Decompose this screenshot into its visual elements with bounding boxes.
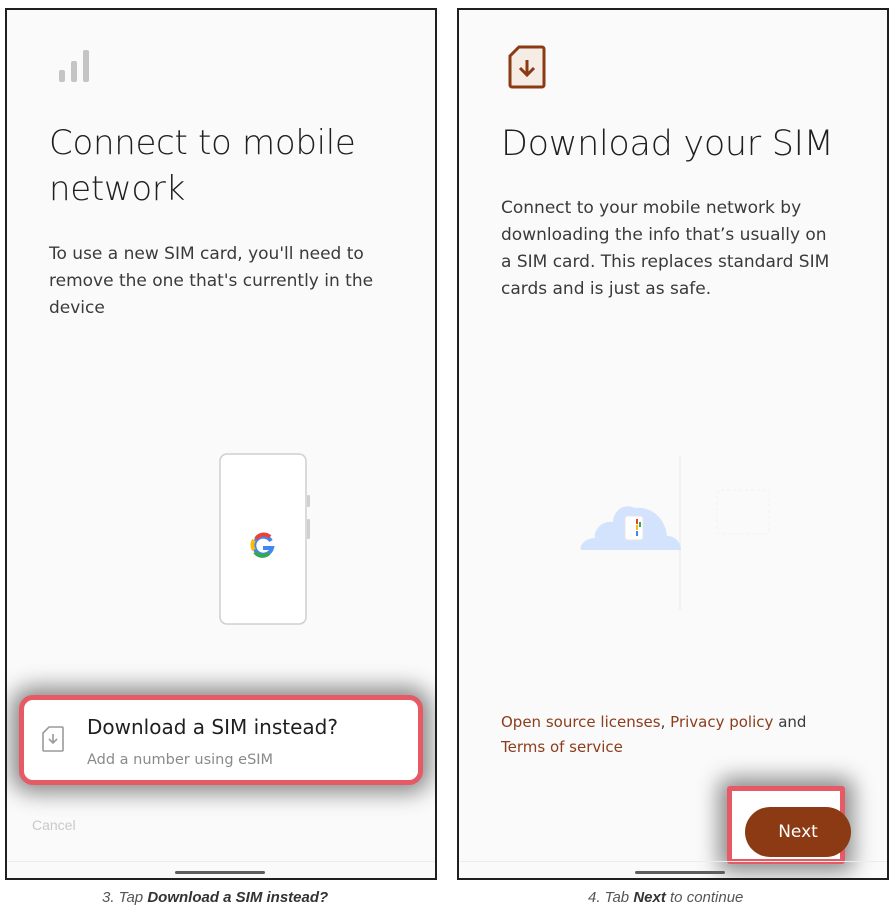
link-conjunction: and: [778, 713, 807, 731]
sim-download-icon: [508, 45, 546, 89]
next-button-highlight: Next: [727, 786, 851, 864]
next-button[interactable]: Next: [745, 807, 851, 857]
nav-divider: [7, 861, 435, 862]
privacy-policy-link[interactable]: Privacy policy: [670, 713, 773, 731]
page-description: To use a new SIM card, you'll need to re…: [49, 244, 374, 318]
download-sim-title: Download a SIM instead?: [87, 715, 338, 739]
caption-prefix: 3. Tap: [102, 889, 148, 906]
terms-of-service-link[interactable]: Terms of service: [501, 738, 623, 756]
page-description: Connect to your mobile network by downlo…: [501, 198, 830, 299]
step-4-caption: 4. Tab Next to continue: [588, 889, 743, 906]
phone-illustration: [219, 453, 310, 625]
open-source-licenses-link[interactable]: Open source licenses: [501, 713, 661, 731]
page-title: Download your SIM: [501, 124, 834, 164]
caption-prefix: 4. Tab: [588, 889, 634, 906]
step-3-caption: 3. Tap Download a SIM instead?: [102, 889, 328, 906]
caption-bold: Next: [633, 889, 666, 906]
right-phone-screen: Download your SIM Connect to your mobile…: [457, 8, 889, 880]
left-phone-screen: Connect to mobile network To use a new S…: [5, 8, 437, 880]
esim-cloud-illustration: [580, 455, 770, 610]
legal-links: Open source licenses, Privacy policy and…: [501, 710, 841, 760]
gesture-handle[interactable]: [175, 871, 265, 874]
signal-bars-icon: [59, 50, 89, 82]
gesture-handle[interactable]: [635, 871, 725, 874]
link-separator: ,: [660, 713, 666, 731]
caption-suffix: to continue: [665, 889, 744, 906]
caption-bold: Download a SIM instead?: [147, 889, 329, 906]
sim-download-icon: [42, 726, 64, 752]
cancel-button[interactable]: Cancel: [32, 817, 76, 833]
page-title: Connect to mobile network: [49, 123, 356, 209]
download-sim-subtitle: Add a number using eSIM: [87, 752, 274, 768]
download-sim-option[interactable]: Download a SIM instead? Add a number usi…: [19, 695, 423, 785]
nav-divider: [459, 861, 887, 862]
